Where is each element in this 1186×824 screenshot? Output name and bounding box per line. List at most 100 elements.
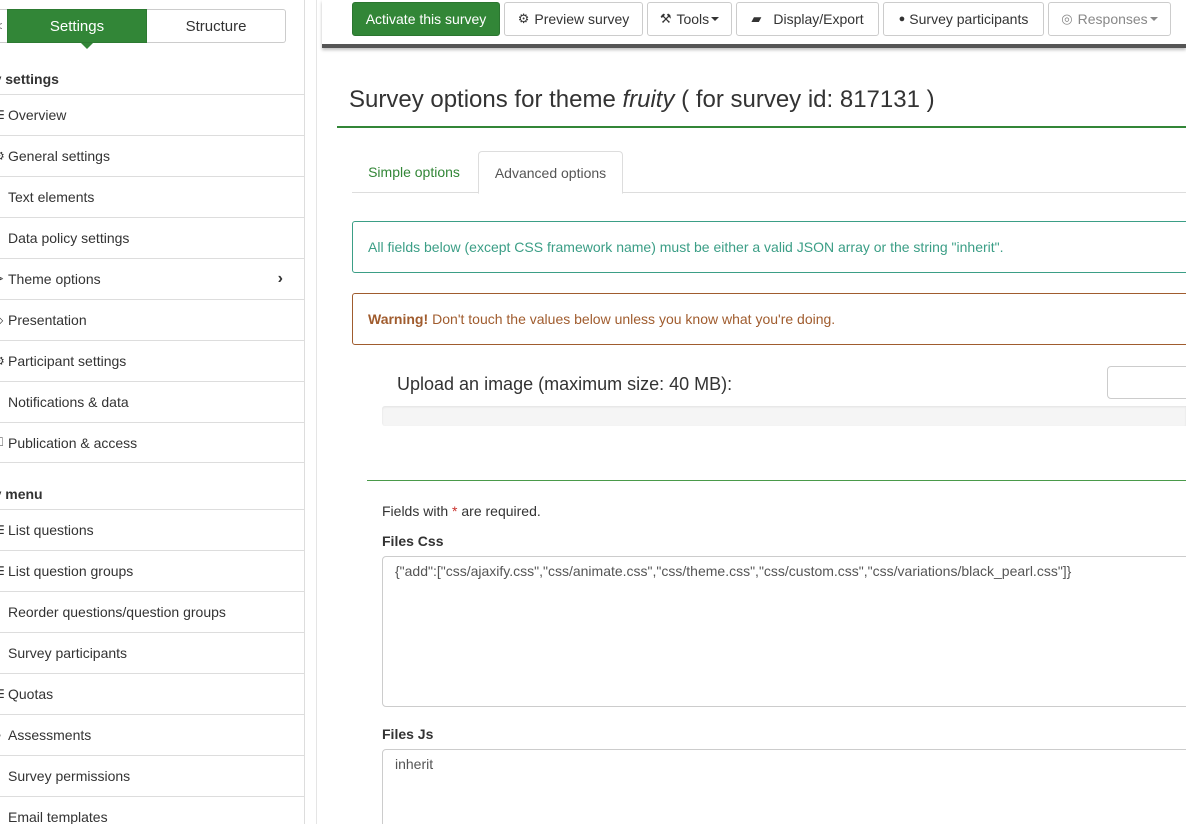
warning-alert-strong: Warning! — [368, 311, 429, 327]
sidebar-item-general-settings[interactable]: ⚙General settings — [0, 135, 304, 176]
survey-menu-heading: vey menu — [0, 486, 43, 502]
sidebar-item-label: Quotas — [8, 686, 54, 702]
sidebar-item-text-elements[interactable]: ▯Text elements — [0, 176, 304, 217]
tools-icon: ⚒ — [659, 11, 672, 26]
title-divider — [337, 126, 1186, 128]
chevron-right-icon: › — [277, 270, 283, 287]
sidebar-item-email-templates[interactable]: ▯Email templates — [0, 796, 304, 824]
upload-image-label: Upload an image (maximum size: 40 MB): — [397, 374, 733, 394]
info-alert: All fields below (except CSS framework n… — [352, 221, 1186, 273]
sidebar-item-label: Theme options — [8, 271, 101, 287]
cog-icon: ⚙ — [517, 11, 530, 26]
responses-icon: ◎ — [1061, 11, 1073, 26]
sidebar-item-label: Survey participants — [8, 645, 128, 661]
preview-survey-label: Preview survey — [534, 11, 630, 27]
survey-settings-heading: vey settings — [0, 71, 59, 87]
bell-icon: ▴ — [0, 395, 8, 409]
page-title: Survey options for theme fruity ( for su… — [349, 86, 935, 114]
survey-menu-list: ☰List questions☰List question groups↕Reo… — [0, 509, 304, 824]
sidebar-item-data-policy-settings[interactable]: ▮Data policy settings — [0, 217, 304, 258]
sidebar-tabs: < Settings Structure — [0, 9, 296, 43]
sidebar-item-survey-permissions[interactable]: Survey permissions — [0, 755, 304, 796]
file-text-icon: ▯ — [0, 190, 8, 204]
sidebar-item-participant-settings[interactable]: ⚙Participant settings — [0, 340, 304, 381]
display-export-button[interactable]: ▰ Display/Export — [736, 2, 879, 36]
required-note-suffix: are required. — [457, 503, 541, 519]
files-js-label: Files Js — [382, 726, 434, 742]
sidebar-item-presentation[interactable]: ◇Presentation — [0, 299, 304, 340]
info-alert-text: All fields below (except CSS framework n… — [368, 239, 1004, 255]
survey-toolbar: Activate this survey ⚙ Preview survey ⚒ … — [322, 0, 1186, 48]
caret-down-icon — [711, 17, 720, 21]
tab-advanced-options[interactable]: Advanced options — [478, 151, 623, 194]
sidebar-item-label: List question groups — [8, 563, 134, 579]
preview-survey-button[interactable]: ⚙ Preview survey — [504, 2, 643, 36]
sidebar-item-label: Participant settings — [8, 353, 127, 369]
sidebar-item-survey-participants[interactable]: ▮Survey participants — [0, 632, 304, 673]
sidebar-item-list-questions[interactable]: ☰List questions — [0, 509, 304, 550]
sidebar-item-label: Data policy settings — [8, 230, 130, 246]
key-icon: ⚿ — [0, 435, 8, 450]
list-icon: ☰ — [0, 108, 8, 122]
sidebar-item-label: Assessments — [8, 727, 92, 743]
activate-survey-label: Activate this survey — [365, 11, 487, 27]
sidebar: < Settings Structure vey settings ☰Overv… — [0, 0, 305, 824]
paint-brush-icon: ✒ — [0, 272, 8, 286]
upload-file-input[interactable] — [1107, 366, 1186, 399]
tools-dropdown-button[interactable]: ⚒ Tools — [647, 2, 732, 36]
survey-settings-list: ☰Overview⚙General settings▯Text elements… — [0, 94, 304, 463]
sidebar-item-label: Text elements — [8, 189, 95, 205]
sidebar-item-label: Notifications & data — [8, 394, 129, 410]
sidebar-item-publication-access[interactable]: ⚿Publication & access — [0, 422, 304, 463]
envelope-icon: ▯ — [0, 810, 8, 824]
tab-structure[interactable]: Structure — [147, 9, 286, 43]
sidebar-item-label: General settings — [8, 148, 110, 164]
tab-settings[interactable]: Settings — [7, 9, 147, 43]
sidebar-item-assessments[interactable]: ○Assessments — [0, 714, 304, 755]
sidebar-item-label: Publication & access — [8, 434, 138, 451]
survey-participants-label: Survey participants — [909, 11, 1029, 27]
sort-icon: ↕ — [0, 605, 8, 619]
responses-dropdown-button[interactable]: ◎ Responses — [1048, 2, 1171, 36]
required-fields-note: Fields with * are required. — [382, 503, 541, 519]
gears-icon: ⚙ — [0, 149, 8, 163]
collapse-sidebar-button[interactable]: < — [0, 9, 7, 43]
users-icon: ▮ — [0, 646, 8, 660]
sidebar-item-label: Email templates — [8, 808, 108, 824]
activate-survey-button[interactable]: Activate this survey — [352, 2, 500, 36]
sidebar-item-label: List questions — [8, 522, 94, 538]
list-icon: ☰ — [0, 564, 8, 578]
files-css-textarea[interactable]: {"add":["css/ajaxify.css","css/animate.c… — [382, 556, 1186, 707]
upload-progress-bar — [382, 406, 1186, 426]
eye-icon: ◇ — [0, 313, 8, 327]
options-tabs: Simple options Advanced options — [352, 151, 1186, 194]
theme-name: fruity — [622, 86, 675, 113]
caret-down-icon — [1149, 17, 1158, 21]
files-js-textarea[interactable]: inherit — [382, 749, 1186, 824]
sidebar-item-label: Survey permissions — [8, 768, 131, 784]
warning-alert: Warning! Don't touch the values below un… — [352, 293, 1186, 345]
user-gear-icon: ⚙ — [0, 354, 8, 368]
warning-alert-text: Don't touch the values below unless you … — [432, 311, 836, 327]
sidebar-item-notifications-data[interactable]: ▴Notifications & data — [0, 381, 304, 422]
sidebar-item-quotas[interactable]: ☰Quotas — [0, 673, 304, 714]
list-icon: ☰ — [0, 523, 8, 537]
survey-participants-button[interactable]: ● Survey participants — [883, 2, 1044, 36]
page-title-suffix: ( for survey id: 817131 ) — [674, 86, 935, 113]
display-export-label: Display/Export — [773, 11, 864, 27]
sidebar-item-theme-options[interactable]: ✒Theme options › — [0, 258, 304, 299]
shield-icon: ▮ — [0, 231, 8, 245]
sidebar-item-list-question-groups[interactable]: ☰List question groups — [0, 550, 304, 591]
user-icon: ● — [898, 13, 906, 25]
comment-icon: ○ — [0, 728, 8, 742]
sidebar-item-overview[interactable]: ☰Overview — [0, 94, 304, 135]
folder-open-icon: ▰ — [751, 11, 762, 26]
tab-simple-options[interactable]: Simple options — [352, 151, 476, 193]
sidebar-item-label: Overview — [8, 107, 67, 123]
form-divider — [367, 480, 1186, 481]
page-title-prefix: Survey options for theme — [349, 86, 623, 113]
sidebar-item-label: Presentation — [8, 312, 87, 328]
sidebar-item-label: Reorder questions/question groups — [8, 604, 226, 620]
sidebar-item-reorder-questions-question-groups[interactable]: ↕Reorder questions/question groups — [0, 591, 304, 632]
files-css-label: Files Css — [382, 533, 444, 549]
